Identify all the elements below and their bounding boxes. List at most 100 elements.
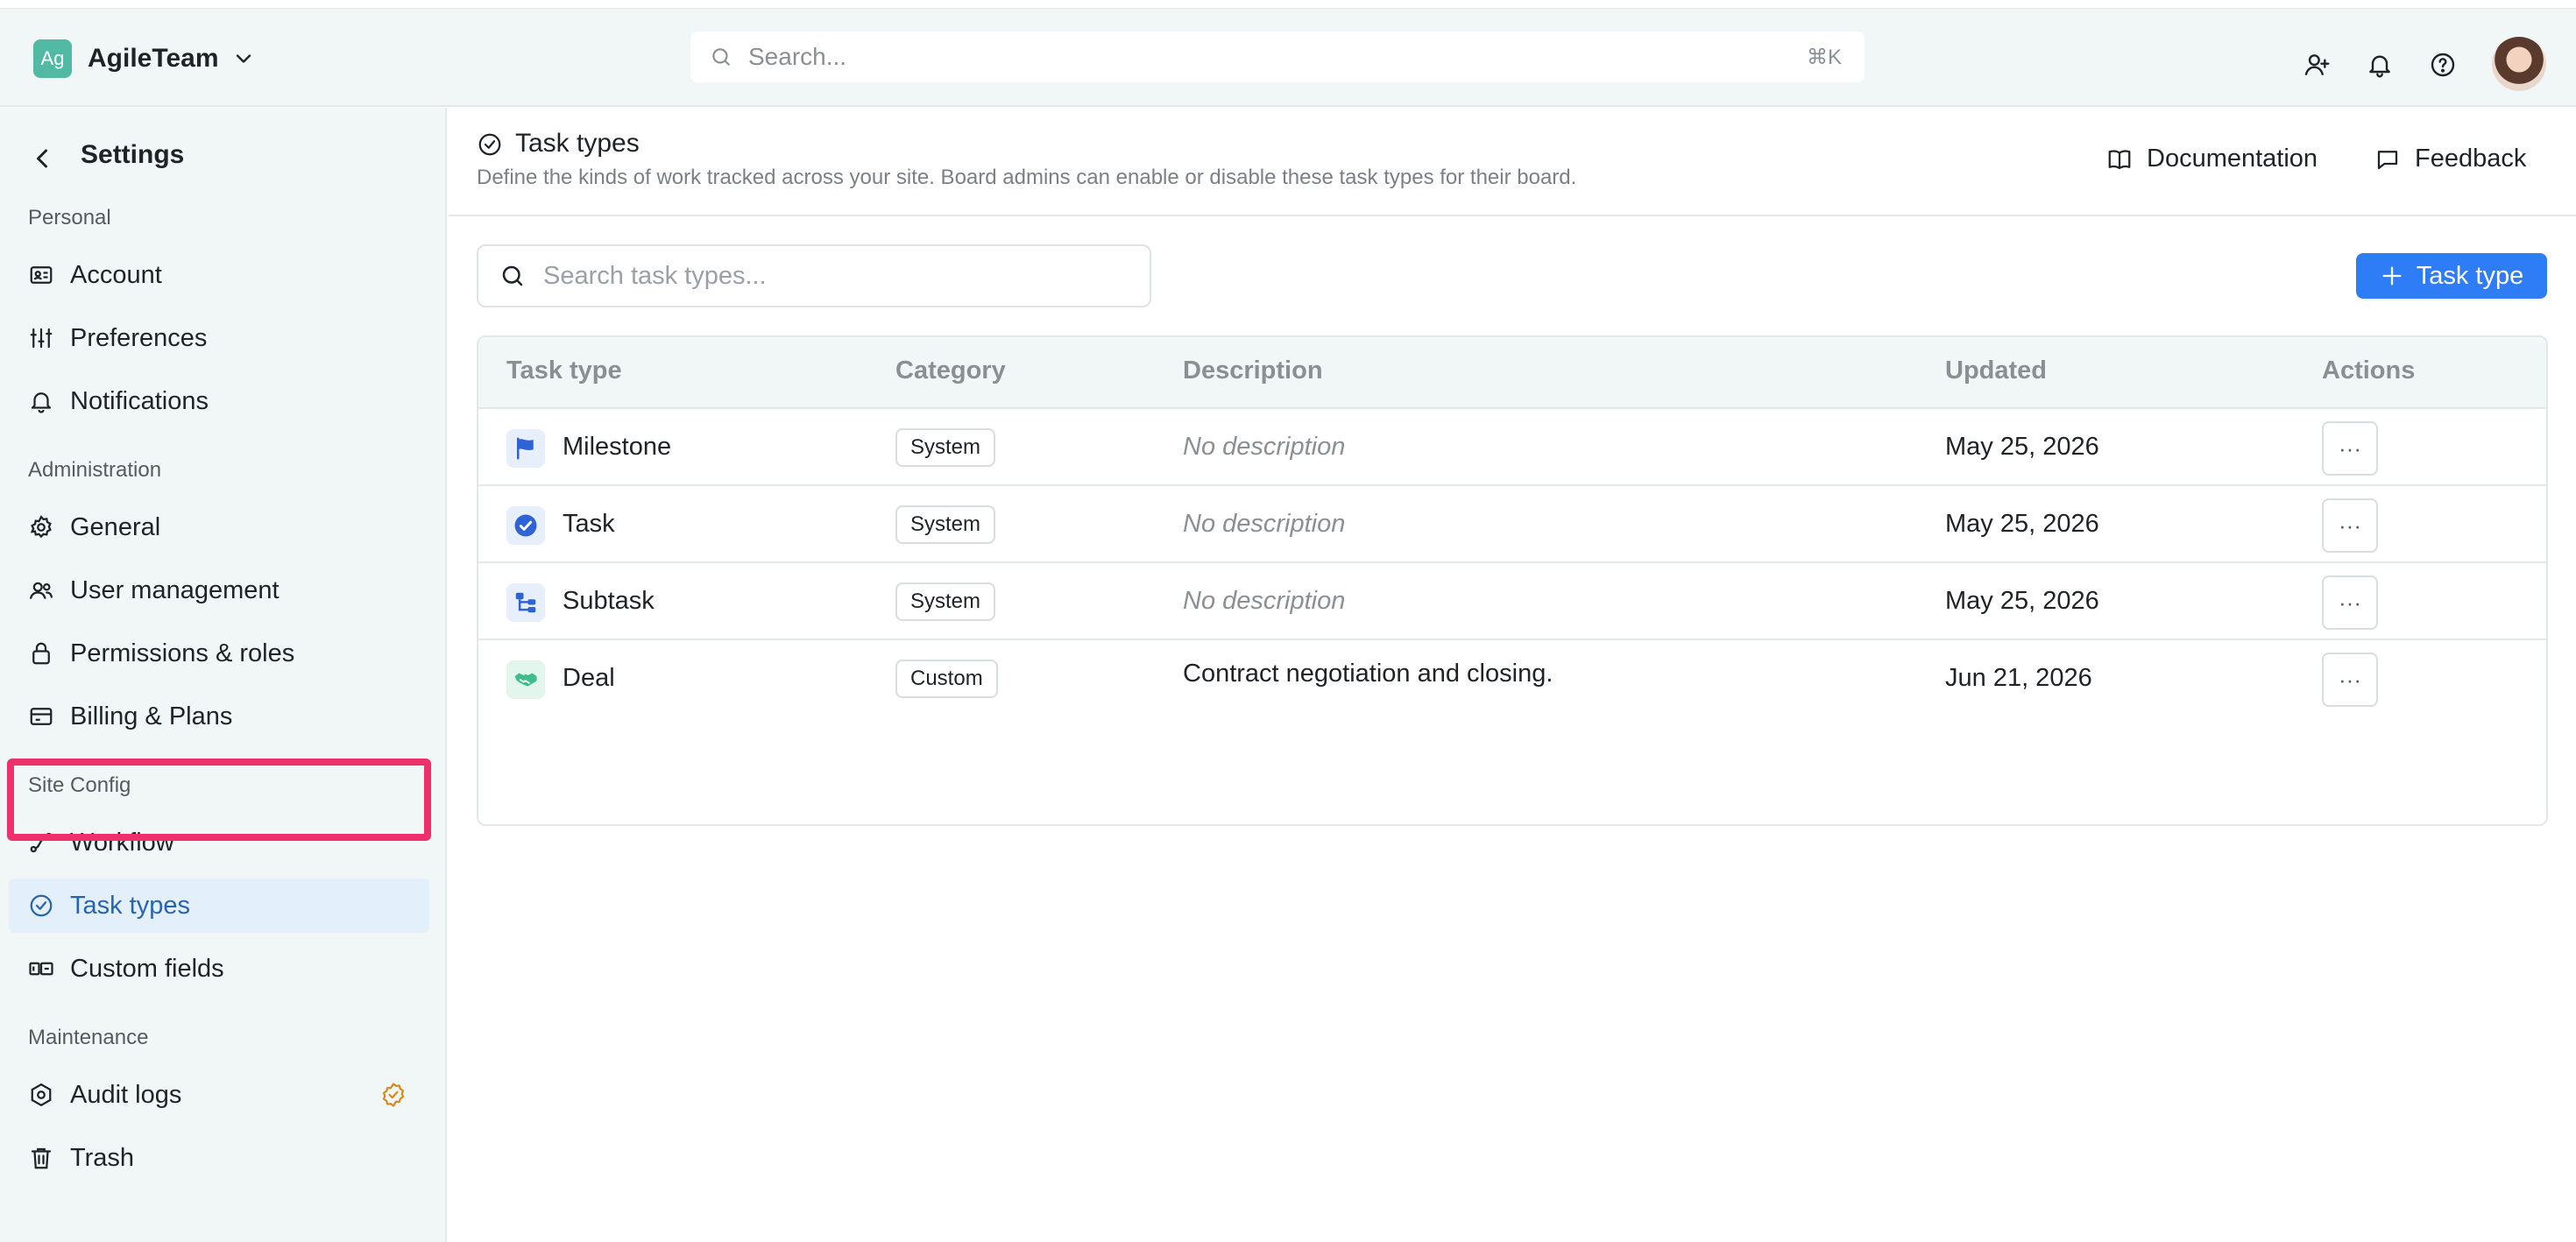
sidebar-item-preferences[interactable]: Preferences [9, 311, 429, 365]
section-personal: Personal [28, 206, 111, 230]
task-type-description: No description [1183, 587, 1345, 616]
table-row[interactable]: Task System No description May 25, 2026 … [478, 486, 2546, 563]
add-user-icon[interactable] [2303, 51, 2331, 79]
help-icon[interactable] [2429, 51, 2457, 79]
page-header: Task types Define the kinds of work trac… [449, 108, 2576, 216]
row-actions-button[interactable]: ··· [2322, 498, 2378, 553]
chevron-down-icon [231, 46, 256, 71]
sidebar-item-user-management[interactable]: User management [9, 563, 429, 617]
bell-icon[interactable] [2366, 51, 2394, 79]
check-circle-icon [477, 131, 503, 158]
sidebar-item-label: Audit logs [70, 1081, 181, 1110]
sidebar-item-notifications[interactable]: Notifications [9, 374, 429, 428]
sidebar-item-label: Account [70, 261, 162, 290]
row-actions-button[interactable]: ··· [2322, 421, 2378, 476]
subtask-icon [506, 583, 545, 622]
sidebar-item-task-types[interactable]: Task types [9, 879, 429, 933]
verified-badge-icon [380, 1082, 407, 1108]
row-actions-button[interactable]: ··· [2322, 653, 2378, 707]
category-badge: System [895, 582, 995, 621]
updated-date: May 25, 2026 [1945, 587, 2099, 616]
settings-sidebar: Settings Personal Account Preferences No… [0, 108, 447, 1242]
task-types-search[interactable] [477, 244, 1151, 307]
sidebar-item-billing[interactable]: Billing & Plans [9, 689, 429, 744]
search-icon [710, 46, 732, 68]
task-types-table: Task type Category Description Updated A… [477, 335, 2548, 826]
check-circle-icon [28, 893, 54, 919]
global-search-input[interactable] [748, 43, 1712, 71]
updated-date: May 25, 2026 [1945, 433, 2099, 462]
search-icon [499, 263, 526, 289]
workflow-icon [28, 829, 54, 856]
task-types-search-input[interactable] [543, 262, 1122, 291]
sidebar-item-label: Task types [70, 892, 190, 921]
top-header: Ag AgileTeam ⌘K [0, 9, 2576, 107]
column-header-updated[interactable]: Updated [1945, 356, 2047, 385]
sidebar-item-label: Workflow [70, 829, 174, 857]
id-card-icon [28, 262, 54, 288]
task-type-description: No description [1183, 433, 1345, 462]
table-row[interactable]: Subtask System No description May 25, 20… [478, 563, 2546, 640]
sidebar-item-custom-fields[interactable]: Custom fields [9, 942, 429, 996]
sidebar-title: Settings [81, 140, 184, 170]
task-type-name: Deal [563, 664, 615, 693]
documentation-label: Documentation [2147, 145, 2318, 173]
workspace-logo: Ag [33, 39, 72, 78]
table-row[interactable]: Deal Custom Contract negotiation and clo… [478, 640, 2546, 717]
lock-icon [28, 640, 54, 667]
sidebar-item-workflow[interactable]: Workflow [9, 815, 429, 870]
section-site-config: Site Config [28, 773, 131, 798]
form-field-icon [28, 956, 54, 982]
table-row[interactable]: Milestone System No description May 25, … [478, 409, 2546, 486]
column-header-category[interactable]: Category [895, 356, 1006, 385]
category-badge: System [895, 505, 995, 544]
gear-icon [28, 514, 54, 540]
back-arrow-icon[interactable] [26, 143, 58, 174]
task-type-description: No description [1183, 510, 1345, 539]
column-header-task-type[interactable]: Task type [506, 356, 622, 385]
sidebar-item-label: Permissions & roles [70, 639, 294, 668]
bell-icon [28, 388, 54, 414]
workspace-name: AgileTeam [88, 44, 219, 74]
category-badge: Custom [895, 660, 998, 698]
category-badge: System [895, 428, 995, 467]
sidebar-item-general[interactable]: General [9, 500, 429, 554]
section-maintenance: Maintenance [28, 1026, 148, 1050]
book-icon [2106, 146, 2133, 173]
sidebar-item-label: User management [70, 576, 280, 605]
search-shortcut-hint: ⌘K [1807, 45, 1842, 70]
sidebar-item-audit-logs[interactable]: Audit logs [9, 1068, 429, 1122]
user-avatar[interactable] [2492, 37, 2546, 91]
page-description: Define the kinds of work tracked across … [477, 166, 1576, 190]
add-task-type-label: Task type [2417, 262, 2524, 291]
workspace-switcher[interactable]: Ag AgileTeam [33, 37, 256, 81]
sidebar-item-account[interactable]: Account [9, 248, 429, 302]
task-type-name: Subtask [563, 587, 655, 616]
feedback-label: Feedback [2415, 145, 2526, 173]
sidebar-item-permissions[interactable]: Permissions & roles [9, 626, 429, 681]
documentation-link[interactable]: Documentation [2106, 145, 2318, 173]
row-actions-button[interactable]: ··· [2322, 575, 2378, 630]
main-content: Task types Define the kinds of work trac… [449, 108, 2576, 1242]
updated-date: May 25, 2026 [1945, 510, 2099, 539]
browser-top-strip [0, 0, 2576, 9]
sidebar-item-label: Notifications [70, 387, 209, 416]
sidebar-item-label: General [70, 513, 160, 542]
credit-card-icon [28, 703, 54, 730]
sidebar-item-trash[interactable]: Trash [9, 1131, 429, 1185]
add-task-type-button[interactable]: Task type [2356, 253, 2547, 299]
check-circle-icon [506, 506, 545, 545]
users-icon [28, 577, 54, 603]
task-type-name: Milestone [563, 433, 671, 462]
flag-icon [506, 429, 545, 468]
trash-icon [28, 1145, 54, 1171]
sidebar-item-label: Billing & Plans [70, 702, 232, 731]
updated-date: Jun 21, 2026 [1945, 664, 2092, 693]
table-header: Task type Category Description Updated A… [478, 337, 2546, 409]
column-header-description[interactable]: Description [1183, 356, 1323, 385]
global-search[interactable]: ⌘K [690, 32, 1865, 82]
sidebar-item-label: Trash [70, 1144, 134, 1173]
feedback-link[interactable]: Feedback [2374, 145, 2526, 173]
column-header-actions: Actions [2322, 356, 2415, 385]
message-square-icon [2374, 146, 2401, 173]
